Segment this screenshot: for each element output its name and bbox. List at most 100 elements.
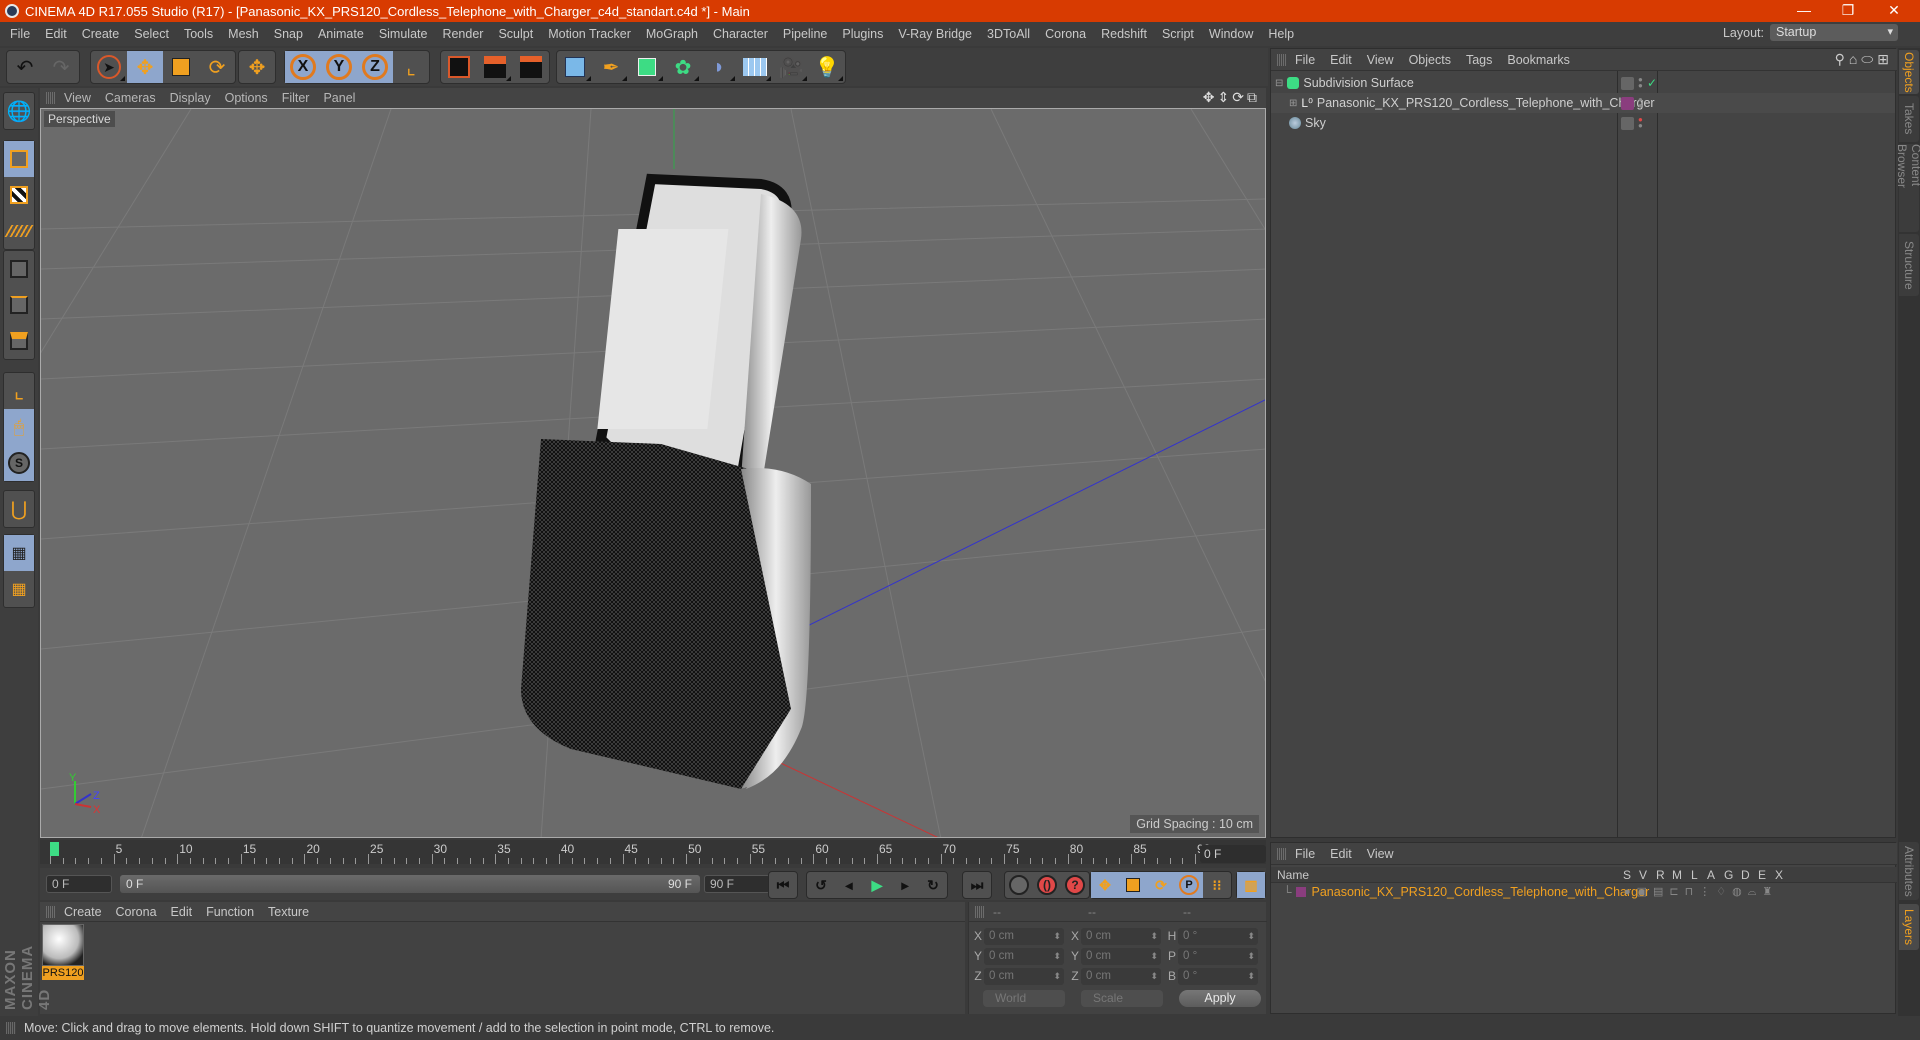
deformer-icon[interactable]: ◗	[701, 51, 737, 83]
tab-attributes[interactable]: Attributes	[1899, 842, 1919, 900]
texture-mode-icon[interactable]	[4, 177, 34, 213]
world-coords-icon[interactable]: ⌞	[393, 51, 429, 83]
rotation-h-field[interactable]: 0 °	[1178, 927, 1258, 945]
menu-character[interactable]: Character	[713, 27, 768, 41]
layers-menu-edit[interactable]: Edit	[1330, 847, 1352, 861]
workplane-rotate-icon[interactable]: ▦	[4, 571, 34, 607]
new-window-icon[interactable]: ⊞	[1877, 51, 1893, 67]
menu-snap[interactable]: Snap	[274, 27, 303, 41]
next-frame-icon[interactable]: ▸	[891, 872, 919, 898]
restore-button[interactable]: ❐	[1828, 0, 1868, 22]
goto-end-icon[interactable]: ⏭	[963, 872, 991, 898]
layer-dots[interactable]: ● ●	[1638, 116, 1644, 130]
points-mode-icon[interactable]	[4, 251, 34, 287]
undo-icon[interactable]: ↶	[7, 51, 43, 83]
key-param-icon[interactable]: P	[1175, 872, 1203, 898]
viewport-menu-cameras[interactable]: Cameras	[105, 91, 156, 105]
timeline-playhead[interactable]	[50, 842, 59, 856]
lock-workplane-icon[interactable]: ▦	[4, 535, 34, 571]
size-y-field[interactable]: 0 cm	[1081, 947, 1161, 965]
object-row-panasonic[interactable]: ⊞ L⁰ Panasonic_KX_PRS120_Cordless_Teleph…	[1271, 93, 1895, 113]
menu-select[interactable]: Select	[134, 27, 169, 41]
layers-menu-view[interactable]: View	[1367, 847, 1394, 861]
render-view-icon[interactable]	[441, 51, 477, 83]
layer-row[interactable]: └ Panasonic_KX_PRS120_Cordless_Telephone…	[1271, 883, 1897, 901]
key-pla-icon[interactable]: ⁝⁝	[1203, 872, 1231, 898]
prev-frame-icon[interactable]: ◂	[835, 872, 863, 898]
tab-content-browser[interactable]: Content Browser	[1895, 144, 1920, 232]
panel-grip[interactable]	[46, 92, 56, 104]
menu-create[interactable]: Create	[82, 27, 120, 41]
material-item[interactable]: PRS120	[42, 924, 84, 986]
next-key-icon[interactable]: ↻	[919, 872, 947, 898]
col-animation[interactable]: A	[1707, 867, 1715, 883]
material-menu-corona[interactable]: Corona	[116, 905, 157, 919]
frame-range-slider[interactable]: 0 F 90 F	[120, 875, 700, 893]
render-settings-icon[interactable]	[513, 51, 549, 83]
position-x-field[interactable]: 0 cm	[984, 927, 1064, 945]
motion-record-icon[interactable]	[1005, 872, 1033, 898]
panel-grip[interactable]	[975, 905, 985, 918]
viewport-menu-options[interactable]: Options	[225, 91, 268, 105]
end-frame-field[interactable]: 90 F	[704, 875, 770, 893]
layer-toggles[interactable]: ●▣▤⊏⊓⋮♢◍⌓♜	[1624, 885, 1778, 899]
menu-script[interactable]: Script	[1162, 27, 1194, 41]
material-menu-edit[interactable]: Edit	[171, 905, 193, 919]
axis-mode-icon[interactable]: ⌞	[4, 373, 34, 409]
layer-dots[interactable]: ● ●	[1638, 96, 1644, 110]
layer-color-swatch[interactable]	[1295, 887, 1306, 897]
menu-sculpt[interactable]: Sculpt	[498, 27, 533, 41]
panel-grip[interactable]	[1277, 847, 1287, 860]
tab-structure[interactable]: Structure	[1899, 234, 1919, 296]
menu-window[interactable]: Window	[1209, 27, 1253, 41]
menu-3dtoall[interactable]: 3DToAll	[987, 27, 1030, 41]
live-move-icon[interactable]: ✥	[239, 51, 275, 83]
move-icon[interactable]: ✥	[127, 51, 163, 83]
col-deformers[interactable]: D	[1741, 867, 1750, 883]
menu-help[interactable]: Help	[1268, 27, 1294, 41]
redo-icon[interactable]: ↷	[43, 51, 79, 83]
rotate-icon[interactable]: ⟳	[199, 51, 235, 83]
close-button[interactable]: ✕	[1874, 0, 1914, 22]
menu-edit[interactable]: Edit	[45, 27, 67, 41]
col-locked[interactable]: L	[1691, 867, 1698, 883]
menu-plugins[interactable]: Plugins	[842, 27, 883, 41]
objects-menu-view[interactable]: View	[1367, 53, 1394, 67]
layer-dots[interactable]: ● ●	[1638, 76, 1644, 90]
object-row-sky[interactable]: Sky ● ●	[1271, 113, 1895, 133]
panel-grip[interactable]	[1277, 53, 1287, 66]
position-z-field[interactable]: 0 cm	[984, 967, 1064, 985]
timeline-window-icon[interactable]: ▥	[1237, 872, 1265, 898]
menu-tools[interactable]: Tools	[184, 27, 213, 41]
prev-key-icon[interactable]: ↺	[807, 872, 835, 898]
rotation-b-field[interactable]: 0 °	[1178, 967, 1258, 985]
zoom-view-icon[interactable]: ⇕	[1218, 89, 1233, 105]
eye-icon[interactable]: ⬭	[1861, 51, 1877, 67]
menu-simulate[interactable]: Simulate	[379, 27, 428, 41]
objects-menu-objects[interactable]: Objects	[1409, 53, 1451, 67]
layer-name[interactable]: Panasonic_KX_PRS120_Cordless_Telephone_w…	[1312, 885, 1650, 899]
polygons-mode-icon[interactable]	[4, 323, 34, 359]
col-visible[interactable]: V	[1639, 867, 1647, 883]
visibility-toggle[interactable]	[1621, 76, 1634, 90]
minimize-button[interactable]: —	[1784, 0, 1824, 22]
object-row-subdivision[interactable]: ⊟ Subdivision Surface ● ● ✓	[1271, 73, 1895, 93]
magnet-icon[interactable]: ⋃	[4, 491, 34, 527]
menu-mograph[interactable]: MoGraph	[646, 27, 698, 41]
viewport-menu-display[interactable]: Display	[170, 91, 211, 105]
menu-pipeline[interactable]: Pipeline	[783, 27, 827, 41]
material-menu-texture[interactable]: Texture	[268, 905, 309, 919]
play-icon[interactable]: ▶	[863, 872, 891, 898]
subdivision-icon[interactable]	[629, 51, 665, 83]
col-expressions[interactable]: E	[1758, 867, 1766, 883]
pen-icon[interactable]: ✒	[593, 51, 629, 83]
scale-icon[interactable]	[163, 51, 199, 83]
select-icon[interactable]: ➤	[91, 51, 127, 83]
apply-button[interactable]: Apply	[1179, 990, 1261, 1007]
light-icon[interactable]: 💡	[809, 51, 845, 83]
goto-start-icon[interactable]: ⏮	[769, 872, 797, 898]
visibility-toggle[interactable]	[1621, 116, 1634, 130]
material-menu-function[interactable]: Function	[206, 905, 254, 919]
menu-mesh[interactable]: Mesh	[228, 27, 259, 41]
search-icon[interactable]: ⚲	[1835, 51, 1849, 67]
